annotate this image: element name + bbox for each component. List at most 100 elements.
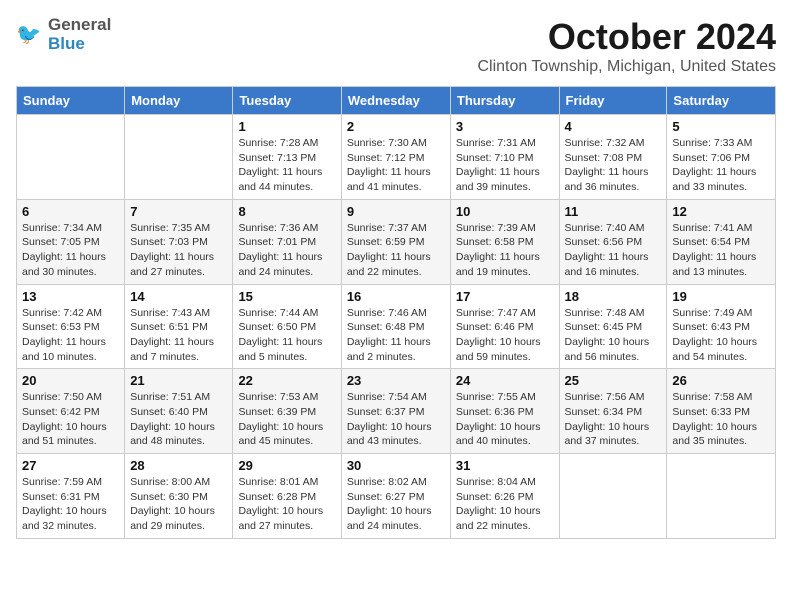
calendar-cell: 13 Sunrise: 7:42 AMSunset: 6:53 PMDayligh…	[17, 284, 125, 369]
weekday-header-sunday: Sunday	[17, 87, 125, 115]
day-info: Sunrise: 7:31 AMSunset: 7:10 PMDaylight:…	[456, 136, 554, 195]
calendar-cell	[17, 115, 125, 200]
title-section: October 2024 Clinton Township, Michigan,…	[477, 16, 776, 76]
day-info: Sunrise: 7:40 AMSunset: 6:56 PMDaylight:…	[565, 221, 662, 280]
day-number: 10	[456, 204, 554, 219]
day-number: 14	[130, 289, 227, 304]
calendar-cell: 26Sunrise: 7:58 AMSunset: 6:33 PMDayligh…	[667, 369, 776, 454]
calendar-cell: 20Sunrise: 7:50 AMSunset: 6:42 PMDayligh…	[17, 369, 125, 454]
calendar-cell: 1 Sunrise: 7:28 AMSunset: 7:13 PMDaylight…	[233, 115, 341, 200]
calendar-cell: 25Sunrise: 7:56 AMSunset: 6:34 PMDayligh…	[559, 369, 667, 454]
day-info: Sunrise: 8:02 AMSunset: 6:27 PMDaylight:…	[347, 475, 445, 534]
day-number: 2	[347, 119, 445, 134]
logo: 🐦 General Blue	[16, 16, 111, 53]
day-info: Sunrise: 7:41 AMSunset: 6:54 PMDaylight:…	[672, 221, 770, 280]
location-title: Clinton Township, Michigan, United State…	[477, 58, 776, 76]
day-number: 12	[672, 204, 770, 219]
calendar-cell: 24Sunrise: 7:55 AMSunset: 6:36 PMDayligh…	[450, 369, 559, 454]
day-info: Sunrise: 7:54 AMSunset: 6:37 PMDaylight:…	[347, 390, 445, 449]
day-info: Sunrise: 7:36 AMSunset: 7:01 PMDaylight:…	[238, 221, 335, 280]
day-number: 21	[130, 373, 227, 388]
calendar-cell: 6 Sunrise: 7:34 AMSunset: 7:05 PMDaylight…	[17, 199, 125, 284]
day-info: Sunrise: 7:42 AMSunset: 6:53 PMDaylight:…	[22, 306, 119, 365]
calendar-body: 1 Sunrise: 7:28 AMSunset: 7:13 PMDaylight…	[17, 115, 776, 539]
calendar-week-1: 1 Sunrise: 7:28 AMSunset: 7:13 PMDaylight…	[17, 115, 776, 200]
day-info: Sunrise: 7:53 AMSunset: 6:39 PMDaylight:…	[238, 390, 335, 449]
calendar-cell: 14Sunrise: 7:43 AMSunset: 6:51 PMDayligh…	[125, 284, 233, 369]
day-info: Sunrise: 7:56 AMSunset: 6:34 PMDaylight:…	[565, 390, 662, 449]
weekday-header-row: SundayMondayTuesdayWednesdayThursdayFrid…	[17, 87, 776, 115]
day-number: 18	[565, 289, 662, 304]
page-header: 🐦 General Blue October 2024 Clinton Town…	[16, 16, 776, 76]
day-number: 23	[347, 373, 445, 388]
day-number: 8	[238, 204, 335, 219]
day-number: 13	[22, 289, 119, 304]
calendar-cell: 18 Sunrise: 7:48 AMSunset: 6:45 PMDayligh…	[559, 284, 667, 369]
calendar-cell: 16 Sunrise: 7:46 AMSunset: 6:48 PMDayligh…	[341, 284, 450, 369]
day-info: Sunrise: 7:35 AMSunset: 7:03 PMDaylight:…	[130, 221, 227, 280]
day-info: Sunrise: 7:37 AMSunset: 6:59 PMDaylight:…	[347, 221, 445, 280]
calendar-cell	[667, 454, 776, 539]
day-info: Sunrise: 7:47 AMSunset: 6:46 PMDaylight:…	[456, 306, 554, 365]
day-number: 19	[672, 289, 770, 304]
calendar-cell: 8 Sunrise: 7:36 AMSunset: 7:01 PMDaylight…	[233, 199, 341, 284]
calendar-cell: 15Sunrise: 7:44 AMSunset: 6:50 PMDayligh…	[233, 284, 341, 369]
calendar-cell: 28 Sunrise: 8:00 AMSunset: 6:30 PMDayligh…	[125, 454, 233, 539]
day-info: Sunrise: 7:51 AMSunset: 6:40 PMDaylight:…	[130, 390, 227, 449]
calendar-cell: 31Sunrise: 8:04 AMSunset: 6:26 PMDayligh…	[450, 454, 559, 539]
day-info: Sunrise: 7:32 AMSunset: 7:08 PMDaylight:…	[565, 136, 662, 195]
day-number: 30	[347, 458, 445, 473]
weekday-header-friday: Friday	[559, 87, 667, 115]
calendar-cell	[125, 115, 233, 200]
day-info: Sunrise: 7:48 AMSunset: 6:45 PMDaylight:…	[565, 306, 662, 365]
day-number: 16	[347, 289, 445, 304]
calendar-week-3: 13 Sunrise: 7:42 AMSunset: 6:53 PMDayligh…	[17, 284, 776, 369]
calendar-cell	[559, 454, 667, 539]
day-info: Sunrise: 7:59 AMSunset: 6:31 PMDaylight:…	[22, 475, 119, 534]
calendar-cell: 12 Sunrise: 7:41 AMSunset: 6:54 PMDayligh…	[667, 199, 776, 284]
calendar-cell: 7 Sunrise: 7:35 AMSunset: 7:03 PMDaylight…	[125, 199, 233, 284]
day-number: 11	[565, 204, 662, 219]
weekday-header-saturday: Saturday	[667, 87, 776, 115]
calendar-cell: 27 Sunrise: 7:59 AMSunset: 6:31 PMDayligh…	[17, 454, 125, 539]
month-title: October 2024	[477, 16, 776, 58]
day-info: Sunrise: 7:49 AMSunset: 6:43 PMDaylight:…	[672, 306, 770, 365]
day-info: Sunrise: 7:28 AMSunset: 7:13 PMDaylight:…	[238, 136, 335, 195]
calendar-week-5: 27 Sunrise: 7:59 AMSunset: 6:31 PMDayligh…	[17, 454, 776, 539]
day-number: 26	[672, 373, 770, 388]
weekday-header-thursday: Thursday	[450, 87, 559, 115]
calendar-cell: 29Sunrise: 8:01 AMSunset: 6:28 PMDayligh…	[233, 454, 341, 539]
weekday-header-wednesday: Wednesday	[341, 87, 450, 115]
weekday-header-monday: Monday	[125, 87, 233, 115]
calendar-table: SundayMondayTuesdayWednesdayThursdayFrid…	[16, 86, 776, 539]
day-number: 4	[565, 119, 662, 134]
day-number: 6	[22, 204, 119, 219]
calendar-cell: 22 Sunrise: 7:53 AMSunset: 6:39 PMDayligh…	[233, 369, 341, 454]
logo-icon: 🐦	[16, 21, 44, 49]
day-info: Sunrise: 7:30 AMSunset: 7:12 PMDaylight:…	[347, 136, 445, 195]
day-info: Sunrise: 8:00 AMSunset: 6:30 PMDaylight:…	[130, 475, 227, 534]
day-number: 31	[456, 458, 554, 473]
calendar-cell: 17Sunrise: 7:47 AMSunset: 6:46 PMDayligh…	[450, 284, 559, 369]
calendar-cell: 3 Sunrise: 7:31 AMSunset: 7:10 PMDaylight…	[450, 115, 559, 200]
day-number: 27	[22, 458, 119, 473]
day-number: 9	[347, 204, 445, 219]
calendar-cell: 5Sunrise: 7:33 AMSunset: 7:06 PMDaylight…	[667, 115, 776, 200]
calendar-cell: 10Sunrise: 7:39 AMSunset: 6:58 PMDayligh…	[450, 199, 559, 284]
calendar-header: SundayMondayTuesdayWednesdayThursdayFrid…	[17, 87, 776, 115]
svg-text:🐦: 🐦	[16, 24, 41, 46]
day-number: 28	[130, 458, 227, 473]
day-number: 1	[238, 119, 335, 134]
day-number: 7	[130, 204, 227, 219]
day-number: 3	[456, 119, 554, 134]
calendar-cell: 2 Sunrise: 7:30 AMSunset: 7:12 PMDaylight…	[341, 115, 450, 200]
day-info: Sunrise: 7:44 AMSunset: 6:50 PMDaylight:…	[238, 306, 335, 365]
day-info: Sunrise: 7:34 AMSunset: 7:05 PMDaylight:…	[22, 221, 119, 280]
day-info: Sunrise: 7:46 AMSunset: 6:48 PMDaylight:…	[347, 306, 445, 365]
calendar-cell: 9 Sunrise: 7:37 AMSunset: 6:59 PMDaylight…	[341, 199, 450, 284]
calendar-cell: 4 Sunrise: 7:32 AMSunset: 7:08 PMDaylight…	[559, 115, 667, 200]
calendar-cell: 23 Sunrise: 7:54 AMSunset: 6:37 PMDayligh…	[341, 369, 450, 454]
day-number: 5	[672, 119, 770, 134]
calendar-week-4: 20Sunrise: 7:50 AMSunset: 6:42 PMDayligh…	[17, 369, 776, 454]
day-number: 22	[238, 373, 335, 388]
